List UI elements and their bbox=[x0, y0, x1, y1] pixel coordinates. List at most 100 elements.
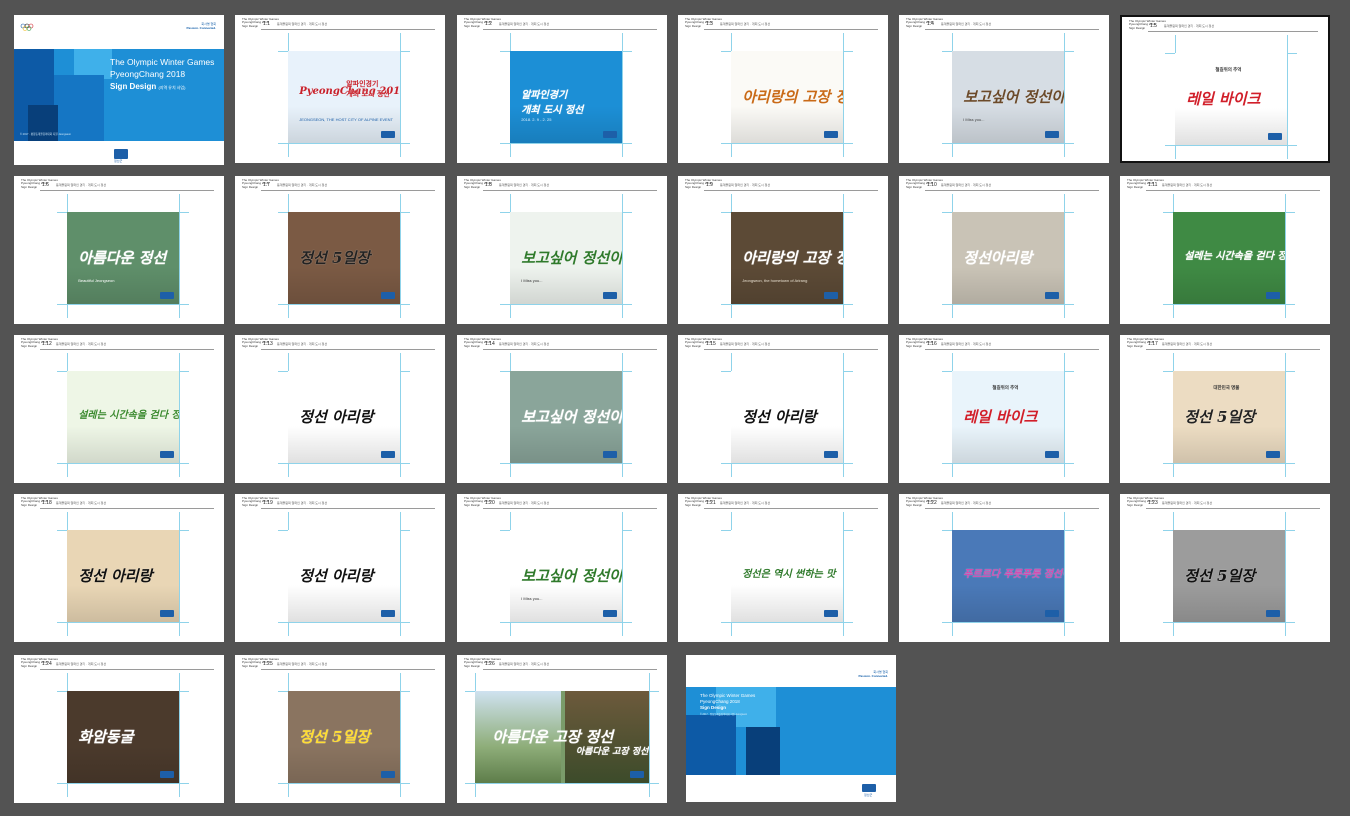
slide-header-text: The Olympic Winter Games PyeongChang 201… bbox=[1129, 19, 1166, 30]
slide-thumbnail[interactable]: The Olympic Winter Games PyeongChang 201… bbox=[1120, 176, 1330, 324]
sign-calligraphy: 정선 5일장 bbox=[299, 727, 371, 746]
slide-sorter-workspace: { "cover": { "org_small": "회사명 협회", "bra… bbox=[0, 0, 1350, 816]
olympic-rings-icon bbox=[20, 23, 34, 31]
jeongseon-logo bbox=[824, 131, 838, 138]
back-cover-thumbnail[interactable]: 회사명 협회 Passion. Connected. The Olympic Wi… bbox=[686, 655, 896, 802]
guide-line bbox=[278, 622, 410, 623]
slide-thumbnail[interactable]: The Olympic Winter Games PyeongChang 201… bbox=[678, 15, 888, 163]
sign-calligraphy: 보고싶어 정선아 bbox=[521, 566, 622, 585]
slide-title: 동계올림픽 알파인 경기 · 개최 도시 정선 bbox=[1162, 501, 1213, 505]
slide-thumbnail[interactable]: The Olympic Winter Games PyeongChang 201… bbox=[1120, 335, 1330, 483]
cover-title-line1: The Olympic Winter Games bbox=[110, 57, 215, 67]
jeongseon-logo bbox=[381, 131, 395, 138]
back-block bbox=[686, 715, 736, 775]
slide-thumbnail[interactable]: The Olympic Winter Games PyeongChang 201… bbox=[235, 15, 445, 163]
sign-artwork: 화암동굴 bbox=[67, 691, 179, 783]
jeongseon-logo bbox=[824, 610, 838, 617]
jeongseon-logo bbox=[1045, 131, 1059, 138]
jeongseon-logo bbox=[381, 771, 395, 778]
slide-thumbnail[interactable]: The Olympic Winter Games PyeongChang 201… bbox=[235, 655, 445, 803]
slide-header-text: The Olympic Winter Games PyeongChang 201… bbox=[685, 496, 722, 507]
guide-line bbox=[278, 143, 410, 144]
slide-title-rule bbox=[261, 669, 435, 670]
sign-calligraphy: 보고싶어 정선아 bbox=[521, 248, 622, 267]
sign-artwork: 아리랑의 고장 정선 bbox=[731, 51, 843, 143]
cover-slide-thumbnail[interactable]: 회사명 협회 Passion. Connected. The Olympic Wi… bbox=[14, 15, 224, 165]
slide-thumbnail[interactable]: The Olympic Winter Games PyeongChang 201… bbox=[235, 335, 445, 483]
guide-line bbox=[721, 143, 853, 144]
slide-number: 1.5 bbox=[1150, 23, 1157, 29]
cover-title-line3: Sign Design (지역 유치 사업) bbox=[110, 82, 186, 91]
sign-top-caption: 철길위의 추억 bbox=[992, 385, 1019, 390]
jeongseon-logo bbox=[1266, 292, 1280, 299]
jeongseon-logo bbox=[824, 292, 838, 299]
slide-title-rule bbox=[483, 190, 657, 191]
slide-thumbnail[interactable]: The Olympic Winter Games PyeongChang 201… bbox=[899, 494, 1109, 642]
jeongseon-logo bbox=[1045, 451, 1059, 458]
jeongseon-logo bbox=[603, 131, 617, 138]
slide-thumbnail[interactable]: The Olympic Winter Games PyeongChang 201… bbox=[457, 655, 667, 803]
sign-calligraphy: 정선 아리랑 bbox=[299, 566, 374, 585]
jeongseon-logo bbox=[114, 149, 128, 159]
slide-header-text: The Olympic Winter Games PyeongChang 201… bbox=[906, 178, 943, 189]
slide-number: 1.12 bbox=[42, 341, 52, 347]
sign-subtitle: I Miss you... bbox=[521, 278, 543, 284]
slide-number: 1.7 bbox=[263, 182, 270, 188]
slide-title: 동계올림픽 알파인 경기 · 개최 도시 정선 bbox=[499, 501, 550, 505]
slide-thumbnail[interactable]: The Olympic Winter Games PyeongChang 201… bbox=[457, 15, 667, 163]
slide-thumbnail[interactable]: The Olympic Winter Games PyeongChang 201… bbox=[14, 335, 224, 483]
slide-title-rule bbox=[925, 349, 1099, 350]
slide-thumbnail[interactable]: The Olympic Winter Games PyeongChang 201… bbox=[14, 176, 224, 324]
slide-thumbnail[interactable]: The Olympic Winter Games PyeongChang 201… bbox=[678, 494, 888, 642]
slide-thumbnail[interactable]: The Olympic Winter Games PyeongChang 201… bbox=[457, 176, 667, 324]
sign-subtitle: I Miss you... bbox=[963, 117, 985, 123]
slide-thumbnail[interactable]: The Olympic Winter Games PyeongChang 201… bbox=[899, 176, 1109, 324]
slide-header-text: The Olympic Winter Games PyeongChang 201… bbox=[1127, 496, 1164, 507]
slide-header-text: The Olympic Winter Games PyeongChang 201… bbox=[1127, 178, 1164, 189]
slide-title: 동계올림픽 알파인 경기 · 개최 도시 정선 bbox=[277, 183, 328, 187]
sign-calligraphy: 정선 5일장 bbox=[299, 248, 371, 267]
slide-thumbnail[interactable]: The Olympic Winter Games PyeongChang 201… bbox=[1120, 494, 1330, 642]
slide-title: 동계올림픽 알파인 경기 · 개최 도시 정선 bbox=[56, 342, 107, 346]
jeongseon-logo bbox=[603, 610, 617, 617]
slide-thumbnail[interactable]: The Olympic Winter Games PyeongChang 201… bbox=[678, 335, 888, 483]
slide-title-rule bbox=[483, 508, 657, 509]
slide-header-text: The Olympic Winter Games PyeongChang 201… bbox=[242, 178, 279, 189]
slide-title-rule bbox=[925, 508, 1099, 509]
sign-subtitle: 2018. 2. 9 - 2. 25 bbox=[521, 117, 552, 123]
sign-artwork: 정선 5일장 bbox=[288, 691, 400, 783]
slide-header-text: The Olympic Winter Games PyeongChang 201… bbox=[464, 657, 501, 668]
sign-artwork: PyeongChang 2018 알파인경기 개최 도시 정선 JEONGSEON,… bbox=[288, 51, 400, 143]
county-label: 정선군 bbox=[864, 793, 873, 797]
slide-header-text: The Olympic Winter Games PyeongChang 201… bbox=[242, 496, 279, 507]
sign-calligraphy: 레일 바이크 bbox=[963, 407, 1038, 426]
slide-number: 1.24 bbox=[42, 661, 52, 667]
jeongseon-logo bbox=[1045, 610, 1059, 617]
jeongseon-logo bbox=[824, 451, 838, 458]
slide-number: 1.11 bbox=[1148, 182, 1158, 188]
jeongseon-logo bbox=[1266, 610, 1280, 617]
slide-thumbnail[interactable]: The Olympic Winter Games PyeongChang 201… bbox=[14, 494, 224, 642]
slide-thumbnail[interactable]: The Olympic Winter Games PyeongChang 201… bbox=[235, 176, 445, 324]
sign-artwork: 설레는 시간속을 걷다 정선여행 bbox=[1173, 212, 1285, 304]
slide-title: 동계올림픽 알파인 경기 · 개최 도시 정선 bbox=[56, 501, 107, 505]
slide-thumbnail[interactable]: The Olympic Winter Games PyeongChang 201… bbox=[457, 494, 667, 642]
slide-title-rule bbox=[261, 508, 435, 509]
sign-calligraphy: 정선 아리랑 bbox=[78, 566, 153, 585]
slide-title: 동계올림픽 알파인 경기 · 개최 도시 정선 bbox=[720, 501, 771, 505]
slide-title-rule bbox=[40, 349, 214, 350]
slide-title-rule bbox=[1146, 190, 1320, 191]
sign-artwork: 정선 아리랑 bbox=[288, 371, 400, 463]
slide-thumbnail[interactable]: The Olympic Winter Games PyeongChang 201… bbox=[899, 335, 1109, 483]
slide-title: 동계올림픽 알파인 경기 · 개최 도시 정선 bbox=[277, 662, 328, 666]
guide-line bbox=[1163, 622, 1295, 623]
back-block bbox=[746, 727, 780, 775]
sign-artwork: 아름다운 고장 정선 아름다운 고장 정선 bbox=[475, 691, 649, 783]
sign-artwork: 정선 아리랑 bbox=[731, 371, 843, 463]
slide-thumbnail[interactable]: The Olympic Winter Games PyeongChang 201… bbox=[899, 15, 1109, 163]
slide-thumbnail[interactable]: The Olympic Winter Games PyeongChang 201… bbox=[457, 335, 667, 483]
slide-thumbnail[interactable]: The Olympic Winter Games PyeongChang 201… bbox=[678, 176, 888, 324]
slide-thumbnail[interactable]: The Olympic Winter Games PyeongChang 201… bbox=[14, 655, 224, 803]
slide-thumbnail[interactable]: The Olympic Winter Games PyeongChang 201… bbox=[1120, 15, 1330, 163]
slide-thumbnail[interactable]: The Olympic Winter Games PyeongChang 201… bbox=[235, 494, 445, 642]
